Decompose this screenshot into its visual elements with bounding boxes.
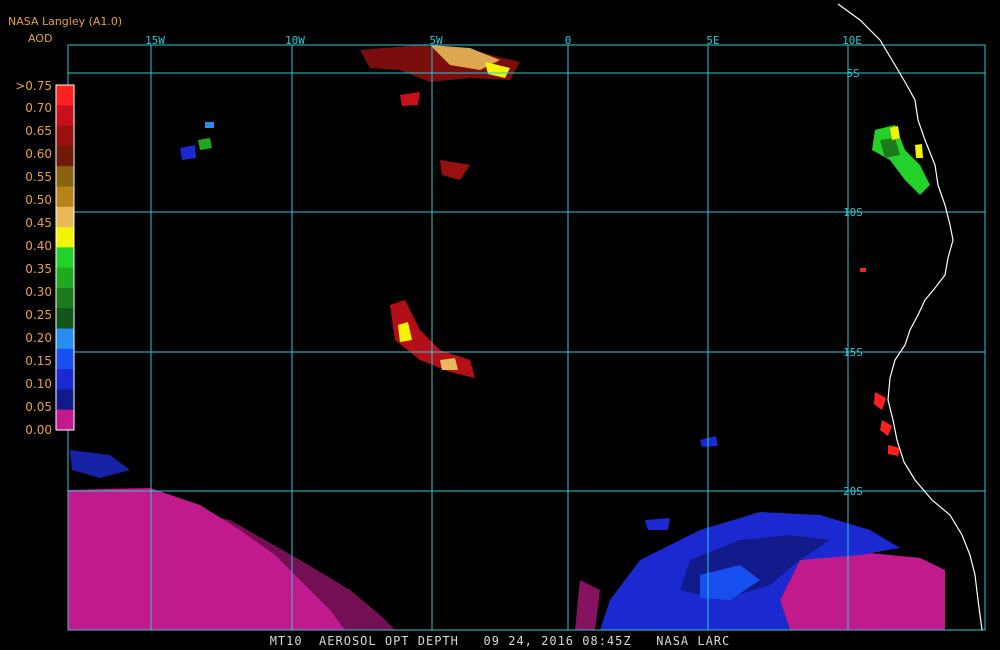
legend-swatch xyxy=(56,227,74,248)
legend-label: 0.05 xyxy=(25,400,52,414)
legend-swatch xyxy=(56,206,74,228)
legend-label: 0.60 xyxy=(25,147,52,161)
lat-label: 20S xyxy=(843,485,863,498)
legend-label: 0.70 xyxy=(25,101,52,115)
legend-label: 0.35 xyxy=(25,262,52,276)
legend-swatch xyxy=(56,369,74,390)
legend-label: 0.10 xyxy=(25,377,52,391)
legend-label: 0.55 xyxy=(25,170,52,184)
legend-label: 0.50 xyxy=(25,193,52,207)
legend-swatch xyxy=(56,145,74,167)
legend-swatch xyxy=(56,125,74,147)
legend-label: 0.25 xyxy=(25,308,52,322)
legend-label: 0.20 xyxy=(25,331,52,345)
legend-swatch xyxy=(56,409,74,431)
legend-swatch xyxy=(56,186,74,208)
legend-swatch xyxy=(56,105,74,127)
lon-label: 10E xyxy=(842,34,862,47)
legend-swatch xyxy=(56,166,74,187)
lat-label: 10S xyxy=(843,206,863,219)
footer-caption: MT10 AEROSOL OPT DEPTH 09 24, 2016 08:45… xyxy=(269,634,731,648)
legend-swatch xyxy=(56,247,74,269)
lon-label: 10W xyxy=(285,34,305,47)
legend-color-bar xyxy=(55,84,75,431)
lon-label: 5E xyxy=(706,34,719,47)
legend-swatch xyxy=(56,328,74,350)
legend-label: 0.65 xyxy=(25,124,52,138)
legend-swatch xyxy=(56,348,74,370)
legend-swatch xyxy=(56,287,74,309)
legend-swatch xyxy=(56,85,74,106)
legend-label: 0.00 xyxy=(25,423,52,437)
legend-swatch xyxy=(56,308,74,330)
legend-labels: >0.75 0.70 0.65 0.60 0.55 0.50 0.45 0.40… xyxy=(0,0,52,440)
legend-swatch xyxy=(56,267,74,289)
legend-label: 0.30 xyxy=(25,285,52,299)
lon-label: 0 xyxy=(565,34,572,47)
lat-label: 5S xyxy=(846,67,859,80)
legend-label: >0.75 xyxy=(15,79,52,93)
legend-label: 0.45 xyxy=(25,216,52,230)
aod-map: 15W 10W 5W 0 5E 10E 5S 10S 15S 20S xyxy=(0,0,1000,650)
lon-label: 5W xyxy=(429,34,443,47)
lon-label: 15W xyxy=(145,34,165,47)
legend-swatch xyxy=(56,389,74,411)
legend-label: 0.15 xyxy=(25,354,52,368)
legend-label: 0.40 xyxy=(25,239,52,253)
lat-label: 15S xyxy=(843,346,863,359)
